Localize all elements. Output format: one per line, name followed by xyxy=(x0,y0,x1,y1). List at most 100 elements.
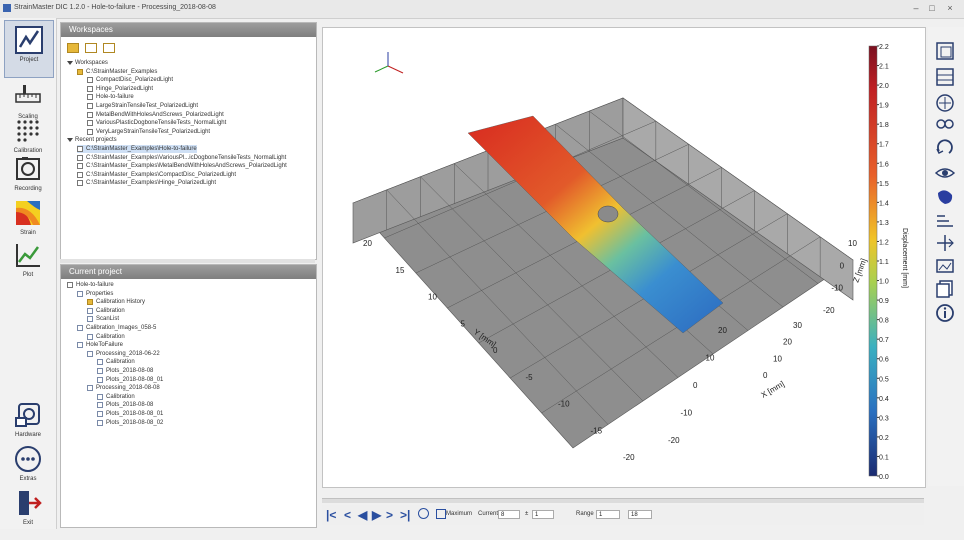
colorbar-tick-label: 0.1 xyxy=(879,454,889,461)
checkbox-icon[interactable] xyxy=(87,77,93,84)
eye-icon[interactable] xyxy=(935,163,955,183)
checkbox-icon[interactable] xyxy=(87,85,93,92)
nav-project[interactable]: Project xyxy=(4,20,54,78)
project-row[interactable]: Plots_2018-08-08 xyxy=(97,401,153,409)
z-tick-label: 0 xyxy=(840,261,845,270)
checkbox-icon[interactable] xyxy=(77,180,83,187)
y-tick-label: 5 xyxy=(461,319,466,328)
workspace-row[interactable]: LargeStrainTensileTest_PolarizedLight xyxy=(87,102,198,110)
colorbar-tick-label: 2.0 xyxy=(879,83,889,90)
current-frame-input[interactable]: 8 xyxy=(498,510,520,519)
remove-folder-icon[interactable] xyxy=(103,43,115,53)
project-row[interactable]: Processing_2018-06-22 xyxy=(87,350,160,358)
workspace-row[interactable]: VeryLargeStrainTensileTest_PolarizedLigh… xyxy=(87,128,210,136)
title-bar: StrainMaster DIC 1.2.0 - Hole-to-failure… xyxy=(0,0,964,19)
play-forward-button[interactable]: ▶ xyxy=(372,508,381,522)
checkbox-icon[interactable] xyxy=(77,154,83,161)
project-row[interactable]: Properties xyxy=(77,290,113,298)
project-row[interactable]: Calibration History xyxy=(87,298,145,306)
checkbox-icon[interactable] xyxy=(87,103,93,109)
checkbox-icon[interactable] xyxy=(87,94,93,101)
workspace-row[interactable]: Hole-to-failure xyxy=(87,93,134,101)
panel-splitter[interactable] xyxy=(60,259,315,263)
new-folder-icon[interactable] xyxy=(85,43,97,53)
first-frame-button[interactable]: |< xyxy=(326,508,336,522)
zoom-icon[interactable] xyxy=(935,115,955,135)
rotate-icon[interactable] xyxy=(935,137,955,157)
project-row[interactable]: Plots_2018-08-08 xyxy=(97,367,153,375)
range-to-input[interactable]: 18 xyxy=(628,510,652,519)
workspace-row[interactable]: C:\StrainMaster_Examples xyxy=(77,68,157,76)
minimize-button[interactable]: – xyxy=(910,3,922,14)
checkbox-icon[interactable] xyxy=(87,128,93,135)
copy-icon[interactable] xyxy=(935,279,955,299)
nav-exit-label: Exit xyxy=(22,520,33,526)
workspace-row[interactable]: C:\StrainMaster_Examples\CompactDisc_Pol… xyxy=(77,171,236,179)
project-row[interactable]: Plots_2018-08-08_01 xyxy=(97,376,163,384)
checkbox-icon[interactable] xyxy=(87,120,93,127)
profile-icon[interactable] xyxy=(935,233,955,253)
checkbox-icon[interactable] xyxy=(67,282,73,288)
range-from-input[interactable]: 1 xyxy=(596,510,620,519)
3d-plot[interactable]: 20151050-5-10-15-2020100-10-203020100100… xyxy=(323,28,925,487)
document-icon xyxy=(97,376,103,383)
maximum-label[interactable]: Maximum xyxy=(446,511,472,517)
open-folder-icon[interactable] xyxy=(67,43,79,53)
window-panel-icon[interactable] xyxy=(935,67,955,87)
project-row[interactable]: Calibration xyxy=(97,393,135,401)
project-row[interactable]: Calibration xyxy=(87,307,125,315)
workspace-row[interactable]: C:\StrainMaster_Examples\MetalBendWithHo… xyxy=(77,162,287,170)
project-row[interactable]: Calibration xyxy=(97,358,135,366)
workspace-row[interactable]: C:\StrainMaster_Examples\Hinge_Polarized… xyxy=(77,179,216,187)
workspace-row[interactable]: MetalBendWithHolesAndScrews_PolarizedLig… xyxy=(87,111,224,119)
workspace-row[interactable]: Workspaces xyxy=(67,59,108,67)
extras-icon xyxy=(15,446,41,472)
project-row[interactable]: Calibration xyxy=(87,333,125,341)
move-icon[interactable] xyxy=(935,93,955,113)
y-tick-label: -5 xyxy=(526,373,534,382)
project-row[interactable]: HoleToFailure xyxy=(77,341,123,349)
workspace-row[interactable]: Hinge_PolarizedLight xyxy=(87,85,153,93)
window-title: StrainMaster DIC 1.2.0 - Hole-to-failure… xyxy=(14,4,216,11)
x2-tick-label: 10 xyxy=(773,354,782,363)
export-image-icon[interactable] xyxy=(935,255,955,275)
project-row-label: Processing_2018-08-08 xyxy=(96,385,160,392)
play-back-button[interactable]: ◀ xyxy=(358,508,367,522)
color-map-icon[interactable] xyxy=(935,187,955,207)
document-icon xyxy=(97,359,103,366)
last-frame-button[interactable]: >| xyxy=(400,508,410,522)
3d-viewport[interactable]: 20 15 10 5 0 -5 -10 -15 -20 20 10 0 -10 -20 30 20 10 0 10 0… xyxy=(322,27,926,488)
view-layout-icon[interactable] xyxy=(935,41,955,61)
workspace-row[interactable]: C:\StrainMaster_Examples\Hole-to-failure xyxy=(77,145,197,153)
checkbox-icon[interactable] xyxy=(77,163,83,170)
workspace-row-label: VariousPlasticDogboneTensileTests_Normal… xyxy=(96,120,227,127)
frame-slider[interactable] xyxy=(322,498,924,503)
vector-field-icon[interactable] xyxy=(935,211,955,231)
step-input[interactable]: 1 xyxy=(532,510,554,519)
project-row[interactable]: Processing_2018-08-08 xyxy=(87,384,160,392)
expand-arrow-icon[interactable] xyxy=(67,61,73,65)
workspace-row[interactable]: CompactDisc_PolarizedLight xyxy=(87,76,173,84)
expand-arrow-icon[interactable] xyxy=(67,138,73,143)
y-tick-label: -15 xyxy=(591,426,603,435)
loop-icon[interactable] xyxy=(418,508,429,519)
info-icon[interactable] xyxy=(935,303,955,323)
project-row[interactable]: Hole-to-failure xyxy=(67,281,114,289)
checkbox-icon[interactable] xyxy=(77,146,83,152)
nav-exit[interactable]: Exit xyxy=(4,484,52,540)
checkbox-icon[interactable] xyxy=(77,171,83,178)
prev-frame-button[interactable]: < xyxy=(344,508,351,522)
workspace-row[interactable]: VariousPlasticDogboneTensileTests_Normal… xyxy=(87,119,226,127)
workspace-row[interactable]: Recent projects xyxy=(67,136,117,144)
nav-plot[interactable]: Plot xyxy=(4,236,52,292)
maximize-button[interactable]: □ xyxy=(926,3,938,14)
close-button[interactable]: × xyxy=(944,3,956,14)
project-row[interactable]: Plots_2018-08-08_01 xyxy=(97,410,163,418)
project-row[interactable]: Plots_2018-08-08_02 xyxy=(97,419,163,427)
next-frame-button[interactable]: > xyxy=(386,508,393,522)
project-row[interactable]: Calibration_Images_058-5 xyxy=(77,324,156,332)
workspace-row[interactable]: C:\StrainMaster_Examples\VariousPl...icD… xyxy=(77,154,286,162)
project-row[interactable]: ScanList xyxy=(87,315,119,323)
checkbox-icon[interactable] xyxy=(87,111,93,118)
workspace-row-label: C:\StrainMaster_Examples\VariousPl...icD… xyxy=(86,154,287,161)
